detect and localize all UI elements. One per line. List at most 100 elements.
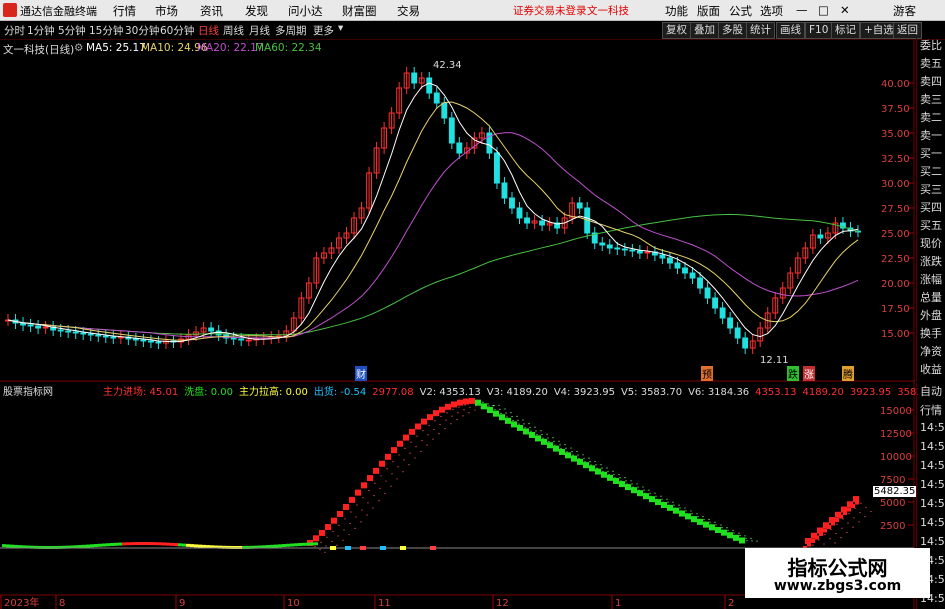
candle-body — [493, 152, 500, 184]
indicator-base-dot — [154, 542, 158, 546]
candle-body — [411, 72, 418, 84]
price-tick-label: 17.50 — [881, 304, 910, 315]
date-tick-label: 1 — [615, 598, 621, 609]
event-tag-surge[interactable]: 腾 — [842, 366, 854, 381]
indicator-base-dot — [94, 544, 98, 548]
indicator-dot — [649, 496, 655, 503]
indicator-tick-label: 2500 — [880, 521, 905, 532]
indicator-base-dot — [182, 543, 186, 547]
indicator-name[interactable]: 股票指标网 — [3, 383, 53, 398]
candle-body — [245, 339, 252, 342]
ma10-line — [7, 101, 859, 341]
kline-chart[interactable]: 40.00 37.50 35.00 32.50 30.00 27.50 25.00 22.50… — [0, 0, 945, 609]
time-field-label[interactable]: 行情 — [920, 402, 945, 418]
date-tick-label: 2023年 — [4, 596, 39, 609]
candle-body — [667, 257, 673, 264]
candle-body — [433, 92, 440, 104]
indicator-dot — [487, 407, 493, 414]
candle-body — [719, 307, 726, 319]
indicator-current-badge: 5482.35 — [873, 486, 917, 497]
indicator-dot — [433, 410, 439, 417]
quote-field-label: 委比 — [920, 39, 942, 52]
indicator-base-dot — [306, 542, 310, 546]
candle-body — [110, 336, 117, 339]
price-tick-label: 30.00 — [881, 179, 910, 190]
indicator-dot — [547, 442, 553, 449]
indicator-dot — [499, 414, 505, 421]
indicator-dot — [667, 504, 673, 511]
indicator-base-dot — [98, 543, 102, 547]
quote-field-label: 收益 — [920, 363, 942, 376]
candle-body — [456, 142, 463, 154]
indicator-dot — [703, 521, 709, 528]
candle-body — [102, 335, 109, 338]
quote-field-label: 买一 — [920, 147, 942, 160]
indicator-dot — [529, 431, 535, 438]
indicator-value-8: V5: 3583.70 — [620, 387, 683, 397]
indicator-base-dot — [170, 542, 174, 546]
quote-field-label: 卖二 — [920, 111, 942, 124]
indicator-base-dot — [42, 545, 46, 549]
candle-body — [238, 338, 245, 341]
indicator-value-7: V4: 3923.95 — [553, 387, 615, 397]
indicator-dot — [403, 434, 409, 441]
indicator-dot — [637, 490, 643, 497]
indicator-dot — [523, 428, 529, 435]
time-field-label: 14:5 — [920, 459, 945, 472]
candle-body — [27, 324, 34, 327]
candle-body — [215, 330, 222, 336]
indicator-values: 主力进场: 45.01 洗盘: 0.00 主力拉高: 0.00 出货: -0.54 29… — [103, 383, 918, 397]
indicator-base-dot — [106, 543, 110, 547]
indicator-base-dot — [174, 543, 178, 547]
indicator-base-dot — [142, 542, 146, 546]
indicator-dot — [463, 398, 469, 405]
ma20-line — [7, 132, 859, 339]
indicator-dot — [343, 504, 349, 511]
price-tick-label: 32.50 — [881, 154, 910, 165]
indicator-base-dot — [178, 543, 182, 547]
indicator-base-dot — [126, 542, 130, 546]
indicator-dot — [337, 510, 343, 517]
indicator-dot — [493, 410, 499, 417]
event-tag-finance[interactable]: 财 — [355, 366, 367, 381]
watermark-logo: 指标公式网 www.zbgs3.com — [745, 548, 930, 598]
indicator-value-1: 洗盘: 0.00 — [184, 387, 234, 397]
quote-field-label: 买五 — [920, 219, 942, 232]
indicator-base-dot — [270, 544, 274, 548]
time-field-label: 14:5 — [920, 497, 945, 510]
candle-body — [72, 331, 79, 334]
indicator-value-2: 主力拉高: 0.00 — [239, 387, 308, 397]
indicator-dot — [397, 440, 403, 447]
candle-body — [441, 102, 448, 119]
date-tick-label: 11 — [378, 598, 391, 609]
indicator-dot — [691, 516, 697, 523]
indicator-base-dot — [150, 542, 154, 546]
indicator-value-6: V3: 4189.20 — [486, 387, 548, 397]
event-tag-forecast[interactable]: 预 — [701, 366, 713, 381]
indicator-base-dot — [118, 542, 122, 546]
indicator-dot — [685, 513, 691, 520]
indicator-dot — [553, 445, 559, 452]
candle-body — [576, 202, 583, 209]
indicator-dot — [517, 424, 523, 431]
indicator-dot — [709, 524, 715, 531]
indicator-value-9: V6: 3184.36 — [688, 387, 750, 397]
time-field-label: 14:5 — [920, 440, 945, 453]
indicator-value-13: 3583.70 — [897, 387, 918, 397]
indicator-dot — [559, 448, 565, 455]
indicator-base-dot — [162, 542, 166, 546]
indicator-base-dot — [2, 544, 6, 548]
price-tick-label: 40.00 — [881, 79, 910, 90]
time-field-label[interactable]: 自动 — [920, 383, 945, 399]
candle-body — [689, 272, 696, 279]
candle-body — [682, 267, 688, 274]
event-tag-fall[interactable]: 跌 — [787, 366, 799, 381]
candle-body — [621, 248, 628, 251]
quote-panel: 委比 卖五 卖四 卖三 卖二 卖一 买一 买二 买三 买四 买五 现价 涨跌 涨幅 总量 外盘 换手 净资 收益 — [916, 38, 945, 381]
time-field-label: 14:5 — [920, 421, 945, 434]
quote-field-label: 卖三 — [920, 93, 942, 106]
indicator-dot — [565, 452, 571, 459]
indicator-dot — [355, 489, 361, 496]
event-tag-rise[interactable]: 涨 — [803, 366, 815, 381]
candle-body — [57, 329, 64, 332]
